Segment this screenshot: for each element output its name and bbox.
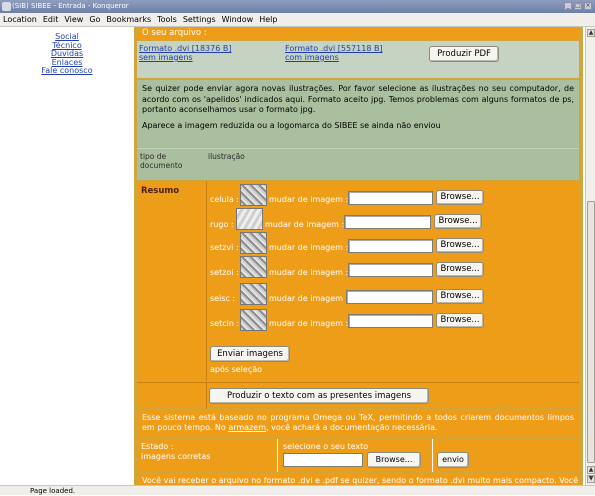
image-row-setzoi: setzoi : mudar de imagem : Browse...: [210, 256, 575, 281]
image-name: rugo :: [210, 220, 234, 229]
produzir-row: Produzir o texto com as presentes imagen…: [137, 382, 579, 409]
close-icon[interactable]: ×: [584, 2, 592, 10]
maximize-icon[interactable]: □: [574, 2, 582, 10]
menu-settings[interactable]: Settings: [183, 13, 216, 26]
col-ilustracao: ilustração: [208, 152, 245, 161]
image-name: setzoi :: [210, 268, 239, 277]
change-image-label: mudar de imagem :: [269, 243, 349, 252]
menu-view[interactable]: View: [64, 13, 83, 26]
armazem-link[interactable]: armazem: [228, 423, 266, 432]
status-bar: Page loaded.: [0, 485, 595, 495]
menu-edit[interactable]: Edit: [43, 13, 59, 26]
change-image-label: mudar de imagem :: [269, 294, 349, 303]
image-name: celula :: [210, 195, 239, 204]
change-image-label: mudar de imagem :: [265, 220, 345, 229]
main-panel: O seu arquivo : Formato .dvi [18376 B] s…: [134, 27, 583, 485]
change-image-label: mudar de imagem :: [269, 319, 349, 328]
info-paragraph-2: Aparece a imagem reduzida ou a logomarca…: [142, 120, 441, 130]
scroll-thumb[interactable]: [587, 201, 595, 463]
envio-button[interactable]: envio: [437, 452, 469, 468]
konqueror-icon: [2, 2, 11, 11]
image-thumbnail: [236, 208, 263, 230]
browse-button[interactable]: Browse...: [434, 214, 482, 229]
image-row-celula: celula : mudar de imagem : Browse...: [210, 184, 575, 207]
receive-info-text: Você vai receber o arquivo no formato .d…: [137, 473, 579, 485]
image-row-setzvi: setzvi : mudar de imagem : Browse...: [210, 232, 575, 257]
minimize-icon[interactable]: _: [564, 2, 572, 10]
estado-value: imagens corretas: [141, 452, 211, 461]
file-input[interactable]: [348, 191, 433, 205]
browse-button[interactable]: Browse...: [436, 238, 484, 253]
enviar-imagens-button[interactable]: Enviar imagens: [210, 346, 290, 362]
file-input[interactable]: [346, 290, 433, 304]
image-thumbnail: [240, 309, 267, 331]
image-row-seisc: seisc : mudar de imagem : Browse...: [210, 283, 575, 305]
produzir-pdf-button[interactable]: Produzir PDF: [429, 46, 499, 62]
apos-selecao-label: após seleção: [210, 365, 263, 374]
scroll-down-icon[interactable]: ▼: [587, 475, 595, 483]
file-input[interactable]: [348, 239, 433, 253]
dvi-no-images-link[interactable]: Formato .dvi [18376 B]: [139, 44, 231, 53]
browse-button[interactable]: Browse...: [436, 289, 484, 304]
menu-go[interactable]: Go: [89, 13, 100, 26]
file-header: O seu arquivo :: [137, 27, 579, 40]
image-list: celula : mudar de imagem : Browse... rug…: [206, 181, 579, 381]
scroll-up-icon[interactable]: ▲: [587, 29, 595, 37]
estado-label: Estado :: [141, 442, 174, 451]
image-name: setzvi :: [210, 243, 239, 252]
estado-row: Estado : imagens corretas selecione o se…: [137, 439, 579, 472]
menu-bar: Location Edit View Go Bookmarks Tools Se…: [0, 13, 595, 27]
nav-link-fale-conosco[interactable]: Fale conosco: [0, 66, 134, 76]
system-info-part2: , você achará a documentação necessária.: [266, 423, 438, 432]
menu-tools[interactable]: Tools: [157, 13, 177, 26]
resumo-section: Resumo celula : mudar de imagem : Browse…: [137, 181, 579, 381]
image-thumbnail: [240, 256, 267, 278]
menu-window[interactable]: Window: [222, 13, 254, 26]
system-info-text: Esse sistema está baseado no programa Om…: [137, 410, 579, 438]
dvi-no-images-sub[interactable]: sem imagens: [139, 53, 193, 62]
window-title: (SIB) SIBEE - Entrada - Konqueror: [12, 2, 129, 10]
left-nav: Social Técnico Duvidas Enlaces Fale cono…: [0, 27, 134, 76]
browse-button[interactable]: Browse...: [436, 190, 484, 205]
file-input[interactable]: [344, 215, 431, 229]
file-input[interactable]: [348, 314, 433, 328]
title-bar: (SIB) SIBEE - Entrada - Konqueror _ □ ×: [0, 0, 595, 13]
resumo-label: Resumo: [141, 186, 180, 196]
image-thumbnail: [240, 283, 267, 305]
image-row-setcin: setcin : mudar de imagem : Browse...: [210, 308, 575, 331]
browse-button[interactable]: Browse...: [436, 313, 484, 328]
dvi-images-sub[interactable]: com imagens: [285, 53, 339, 62]
change-image-label: mudar de imagem :: [269, 195, 349, 204]
menu-location[interactable]: Location: [3, 13, 37, 26]
table-header: tipo de documento ilustração: [137, 148, 579, 180]
file-input[interactable]: [348, 263, 433, 277]
formats-row: Formato .dvi [18376 B] sem imagens Forma…: [137, 41, 579, 78]
texto-file-input[interactable]: [283, 453, 363, 467]
image-thumbnail: [240, 184, 267, 206]
selecione-texto-label: selecione o seu texto: [283, 442, 369, 451]
dvi-images-link[interactable]: Formato .dvi [557118 B]: [285, 44, 383, 53]
col-tipo-documento: tipo de documento: [140, 152, 183, 170]
page-content: Social Técnico Duvidas Enlaces Fale cono…: [0, 27, 585, 485]
image-name: seisc :: [210, 294, 236, 303]
produzir-texto-button[interactable]: Produzir o texto com as presentes imagen…: [209, 388, 429, 404]
browse-button[interactable]: Browse...: [436, 262, 484, 277]
image-row-rugo: rugo : mudar de imagem : Browse...: [210, 208, 575, 232]
vertical-scrollbar[interactable]: ▲ ▲ ▼: [585, 27, 595, 485]
menu-help[interactable]: Help: [259, 13, 277, 26]
menu-bookmarks[interactable]: Bookmarks: [106, 13, 151, 26]
texto-browse-button[interactable]: Browse...: [367, 452, 421, 468]
image-name: setcin :: [210, 319, 240, 328]
image-thumbnail: [240, 232, 267, 254]
change-image-label: mudar de imagem :: [269, 268, 349, 277]
window-controls: _ □ ×: [564, 2, 592, 10]
scroll-up-icon-bottom[interactable]: ▲: [587, 466, 595, 474]
info-paragraph: Se quizer pode enviar agora novas ilustr…: [142, 84, 574, 114]
